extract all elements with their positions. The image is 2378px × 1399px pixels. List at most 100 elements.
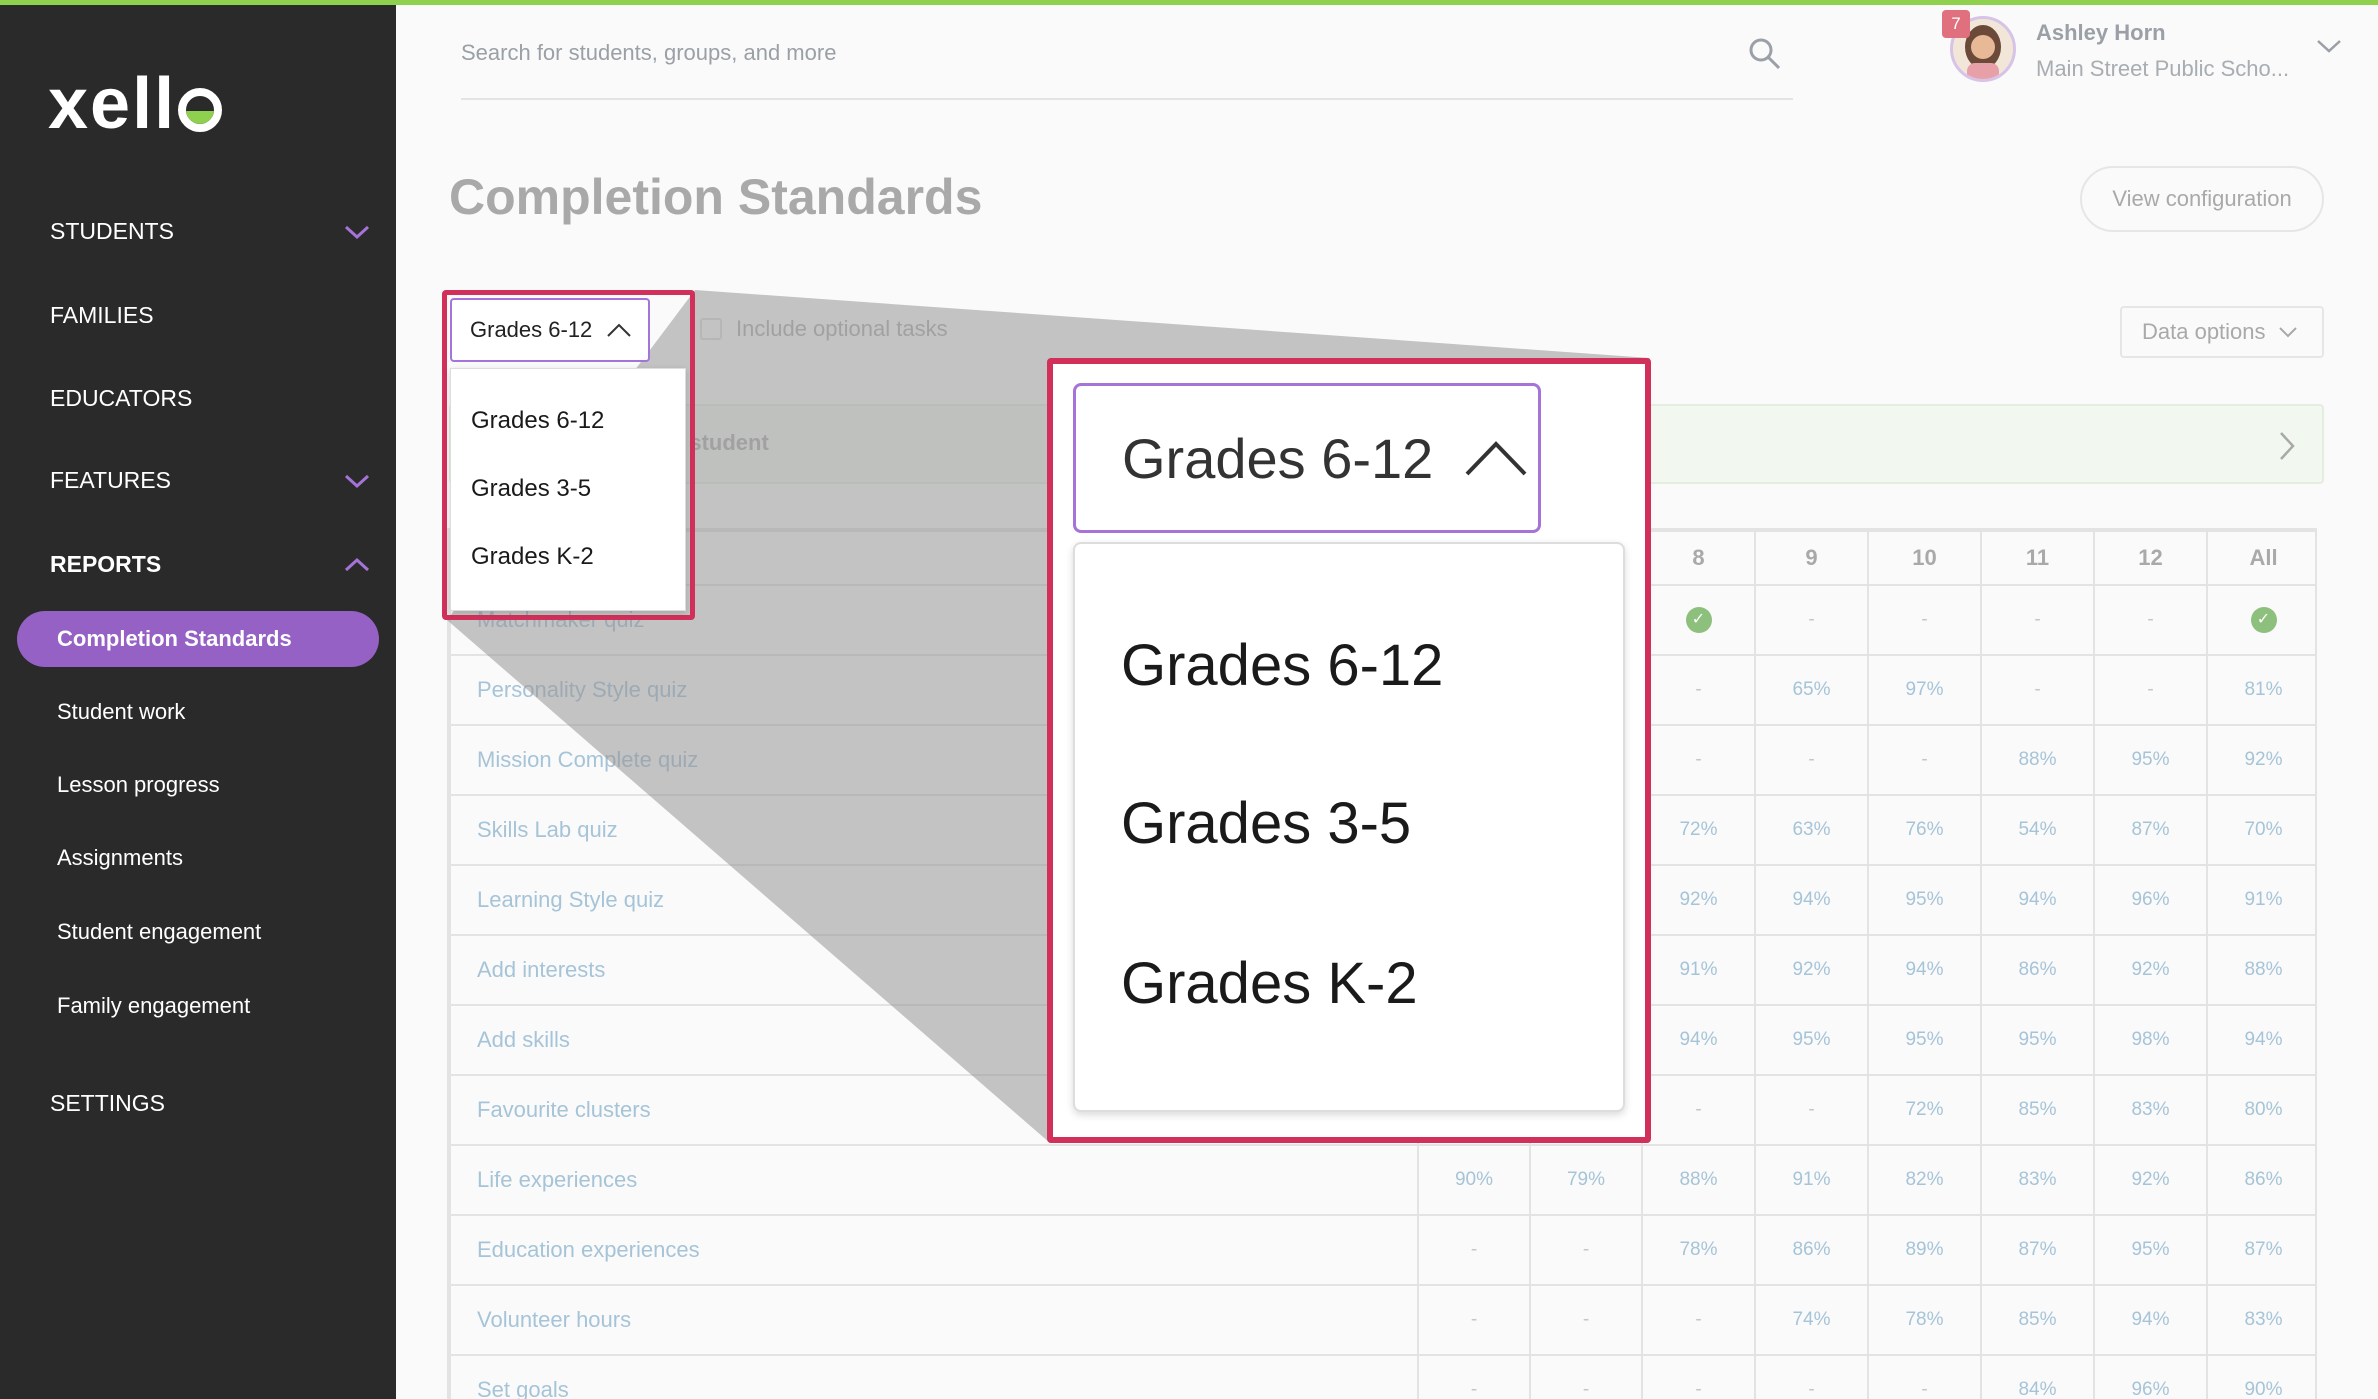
completion-cell: 83% xyxy=(2093,1074,2208,1146)
completion-cell: 80% xyxy=(2206,1074,2315,1146)
sidebar-item-label: STUDENTS xyxy=(50,218,174,244)
completion-cell: 76% xyxy=(1867,794,1982,866)
completion-cell: - xyxy=(1529,1214,1643,1286)
include-optional-label: Include optional tasks xyxy=(736,316,948,341)
view-configuration-button[interactable]: View configuration xyxy=(2080,166,2324,232)
completion-cell: - xyxy=(1754,724,1869,796)
sidebar-subitem-student-engagement[interactable]: Student engagement xyxy=(57,919,261,945)
completion-cell: ✓ xyxy=(2206,584,2315,656)
chevron-down-icon xyxy=(344,225,370,239)
completion-cell: - xyxy=(1641,1354,1756,1399)
completion-cell: 81% xyxy=(2206,654,2315,726)
completion-cell: - xyxy=(2093,654,2208,726)
completion-cell: 87% xyxy=(1980,1214,2095,1286)
grade-dropdown-button[interactable]: Grades 6-12 xyxy=(450,298,650,362)
completion-cell: 85% xyxy=(1980,1074,2095,1146)
completion-cell: 89% xyxy=(1867,1214,1982,1286)
sidebar-subitem-assignments[interactable]: Assignments xyxy=(57,845,183,871)
completion-cell: 91% xyxy=(1641,934,1756,1006)
grade-option[interactable]: Grades 6-12 xyxy=(471,407,604,435)
sidebar-item-settings[interactable]: SETTINGS xyxy=(50,1090,370,1117)
user-name: Ashley Horn xyxy=(2036,20,2166,45)
page-title: Completion Standards xyxy=(449,169,983,225)
completion-cell: - xyxy=(1754,584,1869,656)
search-input[interactable]: Search for students, groups, and more xyxy=(461,40,836,66)
completion-cell: 79% xyxy=(1529,1144,1643,1216)
completion-cell: 88% xyxy=(1641,1144,1756,1216)
sidebar-subitem-lesson-progress[interactable]: Lesson progress xyxy=(57,772,220,798)
completion-cell: 84% xyxy=(1980,1354,2095,1399)
completion-cell: 95% xyxy=(1754,1004,1869,1076)
column-header[interactable]: All xyxy=(2206,530,2315,586)
column-header[interactable]: 9 xyxy=(1754,530,1869,586)
top-accent-line xyxy=(0,0,2378,5)
grade-option[interactable]: Grades 3-5 xyxy=(1121,790,1411,857)
completion-cell: 90% xyxy=(2206,1354,2315,1399)
completion-cell: 95% xyxy=(2093,1214,2208,1286)
sidebar-subitem-completion-standards[interactable]: Completion Standards xyxy=(17,611,379,667)
data-options-dropdown[interactable]: Data options xyxy=(2120,306,2324,358)
completion-cell: 72% xyxy=(1641,794,1756,866)
chevron-up-icon xyxy=(607,323,632,337)
sidebar-item-features[interactable]: FEATURES xyxy=(50,467,370,494)
sidebar-item-educators[interactable]: EDUCATORS xyxy=(50,385,370,412)
sidebar-item-label: FAMILIES xyxy=(50,302,154,328)
completion-cell: 87% xyxy=(2093,794,2208,866)
completion-cell: 97% xyxy=(1867,654,1982,726)
completion-cell: - xyxy=(1529,1284,1643,1356)
grade-option[interactable]: Grades 6-12 xyxy=(1121,632,1443,699)
completion-cell: 74% xyxy=(1754,1284,1869,1356)
task-name[interactable]: Volunteer hours xyxy=(449,1284,1419,1356)
completion-cell: - xyxy=(1867,584,1982,656)
sidebar-item-families[interactable]: FAMILIES xyxy=(50,302,370,329)
grade-option[interactable]: Grades K-2 xyxy=(471,543,594,571)
completion-cell: 96% xyxy=(2093,864,2208,936)
chevron-down-icon[interactable] xyxy=(2316,38,2342,54)
completion-cell: 70% xyxy=(2206,794,2315,866)
completion-cell: - xyxy=(1641,1074,1756,1146)
sidebar-item-reports[interactable]: REPORTS xyxy=(50,551,370,578)
zoomed-grade-dropdown-button[interactable]: Grades 6-12 xyxy=(1073,383,1541,533)
table-row: Set goals - - - - -84% 96% 90% xyxy=(449,1354,2315,1399)
user-menu[interactable]: 7 Ashley Horn Main Street Public Scho... xyxy=(1942,10,2350,90)
completion-cell: 88% xyxy=(1980,724,2095,796)
sidebar-subitem-student-work[interactable]: Student work xyxy=(57,699,185,725)
column-header[interactable]: 8 xyxy=(1641,530,1756,586)
sidebar-subitem-family-engagement[interactable]: Family engagement xyxy=(57,993,250,1019)
grade-option[interactable]: Grades K-2 xyxy=(1121,950,1418,1017)
search-bar[interactable]: Search for students, groups, and more xyxy=(461,30,1793,100)
completion-cell: 91% xyxy=(2206,864,2315,936)
task-name[interactable]: Life experiences xyxy=(449,1144,1419,1216)
sidebar: xell STUDENTS FAMILIES EDUCATORS FEATURE… xyxy=(0,5,396,1399)
table-row: Education experiences - -78% 86% 89% 87% 95% 87… xyxy=(449,1214,2315,1286)
completion-cell: 95% xyxy=(1980,1004,2095,1076)
completion-cell: 86% xyxy=(2206,1144,2315,1216)
sidebar-item-label: SETTINGS xyxy=(50,1090,166,1116)
include-optional-checkbox[interactable] xyxy=(700,318,722,340)
notification-badge[interactable]: 7 xyxy=(1942,10,1970,38)
xello-logo[interactable]: xell xyxy=(48,63,223,145)
completion-cell: ✓ xyxy=(1641,584,1756,656)
sidebar-item-students[interactable]: STUDENTS xyxy=(50,218,370,245)
completion-cell: 92% xyxy=(1754,934,1869,1006)
completion-cell: - xyxy=(1980,584,2095,656)
completion-cell: - xyxy=(2093,584,2208,656)
table-row: Volunteer hours - - -74% 78% 85% 94% 83% xyxy=(449,1284,2315,1356)
sidebar-item-label: REPORTS xyxy=(50,551,162,577)
column-header[interactable]: 11 xyxy=(1980,530,2095,586)
completion-cell: 94% xyxy=(2206,1004,2315,1076)
completion-cell: - xyxy=(1417,1214,1531,1286)
chevron-up-icon xyxy=(1465,441,1527,476)
completion-cell: 78% xyxy=(1641,1214,1756,1286)
task-name[interactable]: Education experiences xyxy=(449,1214,1419,1286)
grade-dropdown-selected: Grades 6-12 xyxy=(470,317,593,342)
completion-cell: - xyxy=(1641,724,1756,796)
search-icon[interactable] xyxy=(1747,36,1783,72)
column-header[interactable]: 12 xyxy=(2093,530,2208,586)
completion-cell: 92% xyxy=(2093,934,2208,1006)
completion-cell: 65% xyxy=(1754,654,1869,726)
column-header[interactable]: 10 xyxy=(1867,530,1982,586)
task-name[interactable]: Set goals xyxy=(449,1354,1419,1399)
completion-cell: - xyxy=(1417,1354,1531,1399)
grade-option[interactable]: Grades 3-5 xyxy=(471,475,591,503)
